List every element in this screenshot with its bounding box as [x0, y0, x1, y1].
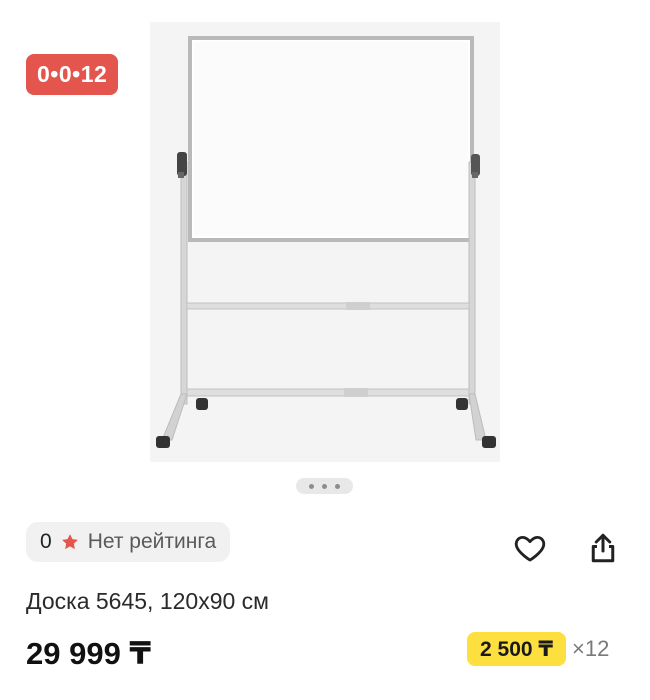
favorite-button[interactable]: [508, 526, 552, 570]
share-icon: [591, 533, 615, 563]
installment-months: ×12: [572, 636, 610, 661]
whiteboard-illustration: [156, 36, 496, 448]
rating-label: Нет рейтинга: [87, 530, 217, 553]
product-gallery[interactable]: 0•0•12: [0, 0, 650, 500]
share-button[interactable]: [581, 526, 625, 570]
product-image[interactable]: [150, 22, 500, 462]
carousel-dot[interactable]: [309, 483, 314, 489]
carousel-indicator[interactable]: [296, 478, 353, 494]
product-title: Доска 5645, 120x90 см: [26, 588, 269, 614]
heart-outline-icon: [514, 535, 546, 562]
star-icon: [61, 534, 78, 550]
countdown-badge: 0•0•12: [26, 54, 119, 95]
carousel-dot[interactable]: [335, 483, 340, 489]
rating-chip[interactable]: 0 Нет рейтинга: [26, 522, 231, 562]
installment-offer[interactable]: 2 500 ₸ ×12: [467, 632, 609, 666]
carousel-dot[interactable]: [322, 483, 327, 489]
installment-amount-badge[interactable]: 2 500 ₸: [467, 632, 566, 666]
product-price: 29 999 ₸: [26, 636, 151, 671]
rating-count: 0: [40, 530, 52, 553]
